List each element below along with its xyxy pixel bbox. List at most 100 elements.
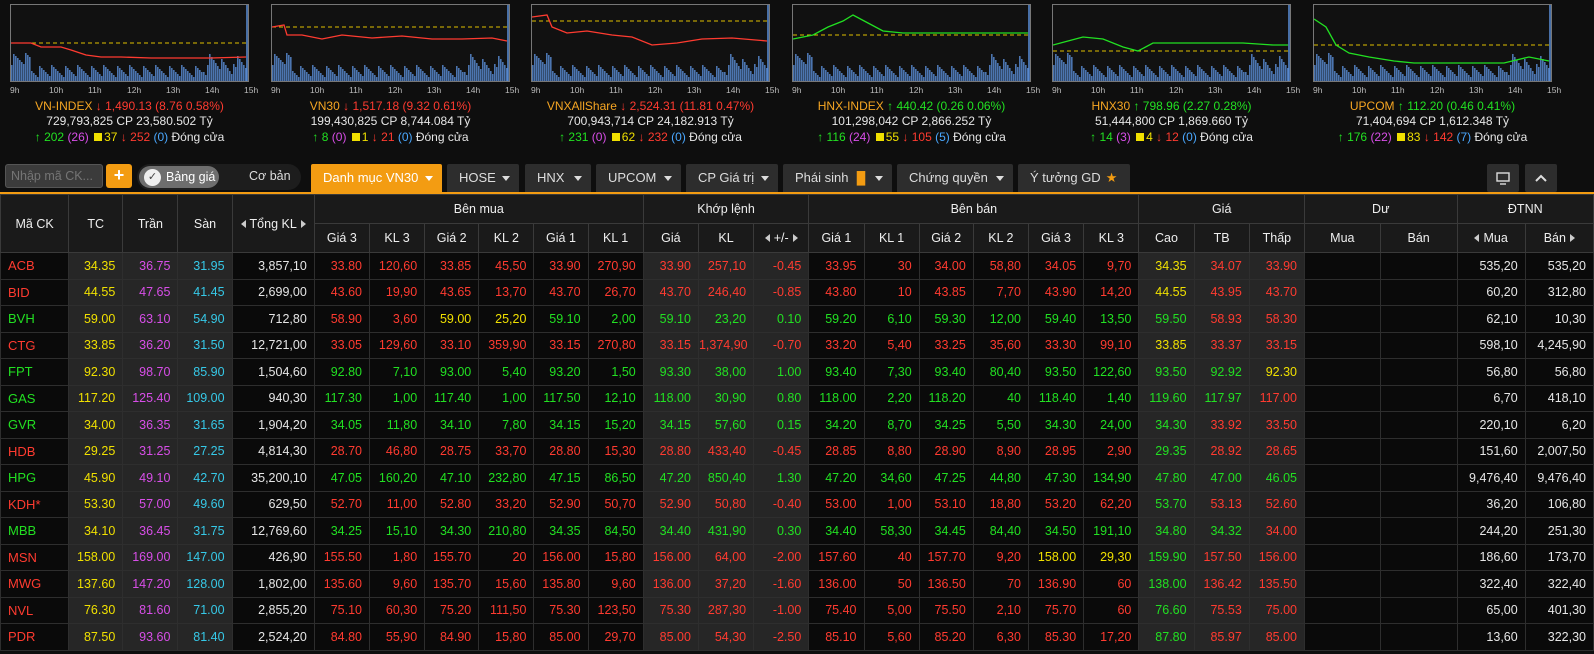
ask-vol-3: 191,10 [1083,517,1140,545]
stock-code[interactable]: MBB [0,517,70,545]
stock-code[interactable]: FPT [0,358,70,386]
table-row[interactable]: CTG 33.85 36.20 31.50 12,721,00 33.05 129,60 33… [0,331,1594,359]
tab-trade-ideas[interactable]: Ý tưởng GD ★ [1018,164,1130,192]
col-bid-price-2[interactable]: Giá 2 [424,223,480,253]
table-row[interactable]: GVR 34.00 36.35 31.65 1,904,20 34.05 11,80 34.1… [0,411,1594,439]
col-total-volume[interactable]: Tổng KL [231,194,315,253]
col-ceil[interactable]: Trần [122,194,179,253]
stock-code[interactable]: ACB [0,252,70,280]
tab-upcom[interactable]: UPCOM [596,164,681,192]
table-row[interactable]: ACB 34.35 36.75 31.95 3,857,10 33.80 120,60 33.… [0,252,1594,280]
col-ask-vol-1[interactable]: KL 1 [863,223,920,253]
intraday-chart[interactable] [1313,4,1552,82]
collapse-up-icon[interactable] [1525,164,1557,192]
stock-code[interactable]: NVL [0,596,70,624]
col-foreign-sell[interactable]: Bán [1524,223,1594,253]
tab-derivatives[interactable]: Phái sinh ▐▌ [783,164,892,192]
index-panel-vn-index[interactable]: 9h 10h 11h 12h 13h 14h 15h VN-INDEX ↓ 1,490.13… [0,2,258,158]
ceiling-price: 125.40 [122,384,179,412]
col-match-vol[interactable]: KL [697,223,755,253]
tab-hnx[interactable]: HNX [525,164,591,192]
table-row[interactable]: GAS 117.20 125.40 109.00 940,30 117.30 1,00 117… [0,384,1594,412]
intraday-chart[interactable] [792,4,1031,82]
stock-code[interactable]: MSN [0,543,70,571]
high-price: 76.60 [1138,596,1195,624]
intraday-chart[interactable] [271,4,510,82]
index-panel-vnxallshare[interactable]: 9h 10h 11h 12h 13h 14h 15h VNXAllShare ↓ 2,524… [521,2,779,158]
low-price: 117.00 [1248,384,1305,412]
monitor-icon[interactable] [1487,164,1519,192]
bid-price-2: 34.30 [424,517,480,545]
col-surplus-sell[interactable]: Bán [1379,223,1458,253]
caret-right-icon[interactable] [1569,234,1575,242]
table-row[interactable]: KDH* 53.30 57.00 49.60 629,50 52.70 11,00 52.80… [0,490,1594,518]
caret-right-icon[interactable] [792,234,798,242]
index-panel-hnx-index[interactable]: 9h 10h 11h 12h 13h 14h 15h HNX-INDEX ↑ 440.42 … [782,2,1040,158]
col-ask-price-2[interactable]: Giá 2 [918,223,974,253]
col-ask-price-1[interactable]: Giá 1 [808,223,865,253]
caret-left-icon[interactable] [240,219,246,228]
col-ask-vol-2[interactable]: KL 2 [972,223,1029,253]
col-ref[interactable]: TC [68,194,124,253]
col-ask-vol-3[interactable]: KL 3 [1083,223,1140,253]
tab-hose[interactable]: HOSE [447,164,519,192]
tab-warrants[interactable]: Chứng quyền [897,164,1013,192]
stock-code[interactable]: GAS [0,384,70,412]
stock-code[interactable]: HDB [0,437,70,465]
stock-code[interactable]: BVH [0,305,70,333]
col-ask-price-3[interactable]: Giá 3 [1027,223,1085,253]
table-row[interactable]: HPG 45.90 49.10 42.70 35,200,10 47.05 160,20 47… [0,464,1594,492]
stock-search-input[interactable] [5,164,103,188]
toggle-basic[interactable]: Cơ bản [249,169,291,183]
table-row[interactable]: FPT 92.30 98.70 85.90 1,504,60 92.80 7,10 93.00… [0,358,1594,386]
table-row[interactable]: PDR 87.50 93.60 81.40 2,524,20 84.80 55,90 84.9… [0,623,1594,651]
col-bid-price-3[interactable]: Giá 3 [313,223,370,253]
caret-right-icon[interactable] [300,219,306,228]
view-mode-toggle[interactable]: ✓ Bảng giá Cơ bản [137,164,301,190]
table-row[interactable]: MBB 34.10 36.45 31.75 12,769,60 34.25 15,10 34.… [0,517,1594,545]
index-panel-hnx30[interactable]: 9h 10h 11h 12h 13h 14h 15h HNX30 ↑ 798.96 (2.2… [1042,2,1300,158]
col-low[interactable]: Thấp [1248,223,1305,253]
col-match-change[interactable]: +/- [753,223,810,253]
index-panel-vn30[interactable]: 9h 10h 11h 12h 13h 14h 15h VN30 ↓ 1,517.18 (9.… [261,2,519,158]
cp-label: CP [116,114,137,128]
caret-left-icon[interactable] [764,234,770,242]
table-row[interactable]: BID 44.55 47.65 41.45 2,699,00 43.60 19,90 43.6… [0,278,1594,306]
stock-code[interactable]: GVR [0,411,70,439]
col-foreign-buy[interactable]: Mua [1456,223,1526,253]
add-stock-button[interactable]: + [106,164,132,188]
table-row[interactable]: NVL 76.30 81.60 71.00 2,855,20 75.10 60,30 75.2… [0,596,1594,624]
stock-code[interactable]: CTG [0,331,70,359]
intraday-chart[interactable] [10,4,249,82]
col-code[interactable]: Mã CK [0,194,70,253]
table-row[interactable]: HDB 29.25 31.25 27.25 4,814,30 28.70 46,80 28.7… [0,437,1594,465]
index-panel-upcom[interactable]: 9h 10h 11h 12h 13h 14h 15h UPCOM ↑ 112.20 (0.4… [1303,2,1561,158]
col-bid-price-1[interactable]: Giá 1 [533,223,589,253]
col-match-price[interactable]: Giá [642,223,699,253]
tab-vn30-watchlist[interactable]: Danh mục VN30 [311,164,442,192]
stock-code[interactable]: KDH* [0,490,70,518]
col-bid-vol-2[interactable]: KL 2 [478,223,535,253]
caret-left-icon[interactable] [1474,234,1480,242]
table-row[interactable]: BVH 59.00 63.10 54.90 712,80 58.90 3,60 59.00 25… [0,305,1594,333]
intraday-chart[interactable] [531,4,770,82]
total-volume: 12,721,00 [231,331,315,359]
intraday-chart[interactable] [1052,4,1291,82]
bid-price-3: 92.80 [313,358,370,386]
col-bid-vol-3[interactable]: KL 3 [368,223,426,253]
table-row[interactable]: MSN 158.00 169.00 147.00 426,90 155.50 1,80 155… [0,543,1594,571]
index-value: 1,490.13 [105,99,156,113]
col-bid-vol-1[interactable]: KL 1 [587,223,644,253]
col-high[interactable]: Cao [1138,223,1195,253]
col-average[interactable]: TB [1193,223,1250,253]
avg-price: 85.97 [1193,623,1250,651]
stock-code[interactable]: HPG [0,464,70,492]
col-surplus-buy[interactable]: Mua [1303,223,1381,253]
toggle-price-board[interactable]: ✓ Bảng giá [139,166,219,188]
tab-value-stocks[interactable]: CP Giá trị [686,164,778,192]
table-row[interactable]: MWG 137.60 147.20 128.00 1,802,00 135.60 9,60 1… [0,570,1594,598]
stock-code[interactable]: BID [0,278,70,306]
stock-code[interactable]: MWG [0,570,70,598]
col-floor[interactable]: Sàn [177,194,233,253]
stock-code[interactable]: PDR [0,623,70,651]
